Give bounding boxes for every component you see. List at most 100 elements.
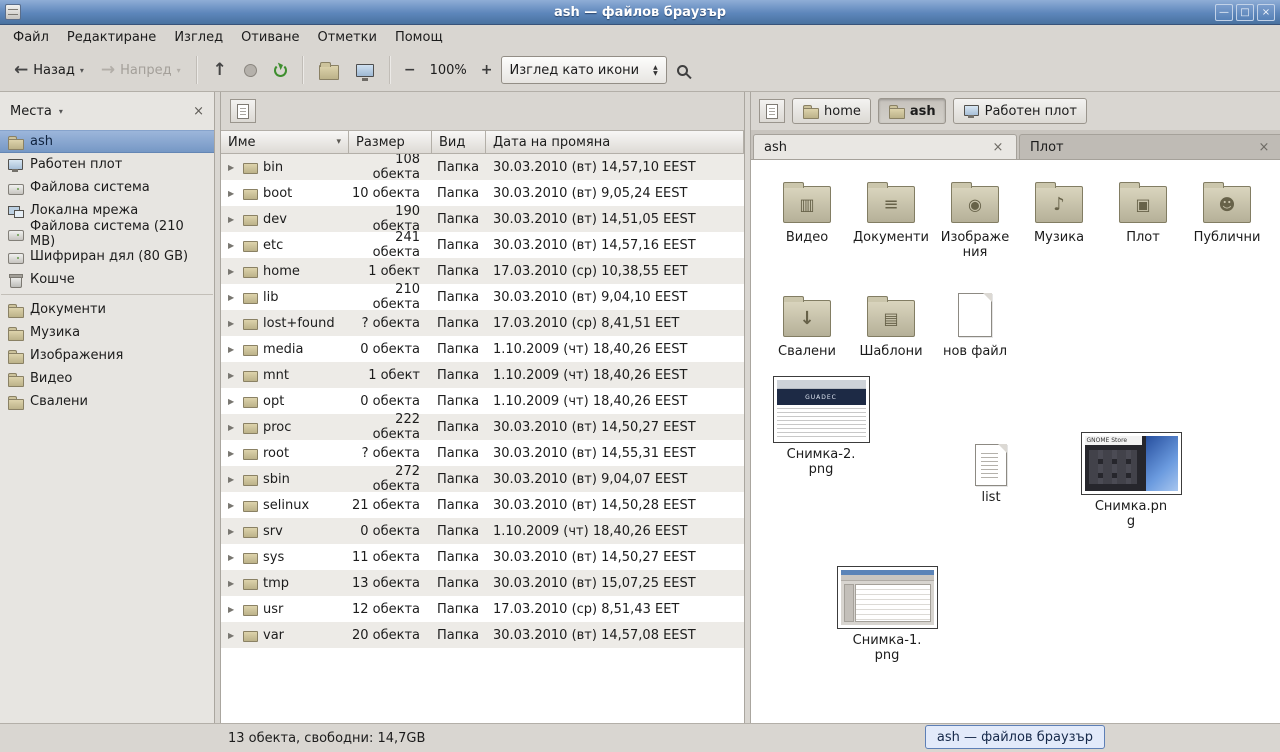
table-row[interactable]: ▶ dev 190 обекта Папка 30.03.2010 (вт) 1… — [221, 206, 744, 232]
up-button[interactable]: ↑ — [206, 53, 234, 87]
place-item[interactable]: Файлова система (210 MB) — [0, 222, 214, 245]
file-snimka[interactable]: GNOME Store Снимка.png — [1077, 432, 1185, 530]
menu-item[interactable]: Редактиране — [58, 25, 165, 49]
maximize-button[interactable]: □ — [1236, 4, 1254, 21]
expander-icon[interactable]: ▶ — [228, 501, 238, 510]
bookmark-item[interactable]: Видео — [0, 367, 214, 390]
tab-close-icon[interactable]: × — [1256, 140, 1272, 155]
computer-button[interactable] — [349, 53, 381, 87]
expander-icon[interactable]: ▶ — [228, 475, 238, 484]
bookmark-item[interactable]: Документи — [0, 298, 214, 321]
table-row[interactable]: ▶ media 0 обекта Папка 1.10.2009 (чт) 18… — [221, 336, 744, 362]
expander-icon[interactable]: ▶ — [228, 449, 238, 458]
file-snimka-2[interactable]: GUADEC Снимка-2.png — [769, 376, 873, 478]
sidebar-close-icon[interactable]: × — [193, 104, 204, 119]
expander-icon[interactable]: ▶ — [228, 527, 238, 536]
table-row[interactable]: ▶ bin 108 обекта Папка 30.03.2010 (вт) 1… — [221, 154, 744, 180]
path-button[interactable]: ash — [878, 98, 946, 124]
menu-item[interactable]: Помощ — [386, 25, 452, 49]
bookmark-item[interactable]: Изображения — [0, 344, 214, 367]
table-row[interactable]: ▶ proc 222 обекта Папка 30.03.2010 (вт) … — [221, 414, 744, 440]
menu-item[interactable]: Отиване — [232, 25, 308, 49]
home-button[interactable] — [312, 53, 346, 87]
icon-view-item[interactable]: Плот — [1101, 172, 1185, 286]
expander-icon[interactable]: ▶ — [228, 371, 238, 380]
expander-icon[interactable]: ▶ — [228, 267, 238, 276]
icon-view-item[interactable]: Документи — [849, 172, 933, 286]
forward-button[interactable]: → Напред ▾ — [94, 53, 188, 87]
expander-icon[interactable]: ▶ — [228, 423, 238, 432]
expander-icon[interactable]: ▶ — [228, 605, 238, 614]
minimize-button[interactable]: — — [1215, 4, 1233, 21]
table-row[interactable]: ▶ lost+found ? обекта Папка 17.03.2010 (… — [221, 310, 744, 336]
table-row[interactable]: ▶ mnt 1 обект Папка 1.10.2009 (чт) 18,40… — [221, 362, 744, 388]
tab[interactable]: ash × — [753, 134, 1017, 159]
table-row[interactable]: ▶ srv 0 обекта Папка 1.10.2009 (чт) 18,4… — [221, 518, 744, 544]
bookmark-item[interactable]: Музика — [0, 321, 214, 344]
expander-icon[interactable]: ▶ — [228, 215, 238, 224]
zoom-out-button[interactable]: − — [399, 56, 421, 84]
sidebar-dropdown-icon[interactable]: ▾ — [59, 107, 63, 116]
icon-view-item[interactable]: Изображения — [933, 172, 1017, 286]
place-item[interactable]: ash — [0, 130, 214, 153]
path-button[interactable]: home — [792, 98, 871, 124]
view-mode-select[interactable]: Изглед като икони ▲▼ — [501, 56, 667, 84]
taskbar-window-button[interactable]: ash — файлов браузър — [925, 725, 1105, 749]
place-item[interactable]: Работен плот — [0, 153, 214, 176]
table-row[interactable]: ▶ home 1 обект Папка 17.03.2010 (ср) 10,… — [221, 258, 744, 284]
column-header-type[interactable]: Вид — [432, 130, 486, 154]
place-item[interactable]: Шифриран дял (80 GB) — [0, 245, 214, 268]
file-snimka-1[interactable]: Снимка-1.png — [833, 566, 941, 664]
table-row[interactable]: ▶ etc 241 обекта Папка 30.03.2010 (вт) 1… — [221, 232, 744, 258]
menu-item[interactable]: Файл — [4, 25, 58, 49]
expander-icon[interactable]: ▶ — [228, 345, 238, 354]
expander-icon[interactable]: ▶ — [228, 163, 238, 172]
search-button[interactable] — [670, 53, 695, 87]
zoom-in-button[interactable]: + — [476, 56, 498, 84]
icon-view-item[interactable]: Публични — [1185, 172, 1269, 286]
expander-icon[interactable]: ▶ — [228, 631, 238, 640]
icon-view-item[interactable]: Видео — [765, 172, 849, 286]
reload-button[interactable] — [267, 53, 294, 87]
column-header-name[interactable]: Име ▾ — [221, 130, 349, 154]
pane-location-button[interactable] — [230, 99, 256, 123]
expander-icon[interactable]: ▶ — [228, 319, 238, 328]
expander-icon[interactable]: ▶ — [228, 241, 238, 250]
table-row[interactable]: ▶ sbin 272 обекта Папка 30.03.2010 (вт) … — [221, 466, 744, 492]
bookmark-item[interactable]: Свалени — [0, 390, 214, 413]
tab[interactable]: Плот × — [1019, 134, 1280, 159]
column-header-date[interactable]: Дата на промяна — [486, 130, 744, 154]
titlebar[interactable]: ash — файлов браузър — □ × — [0, 0, 1280, 25]
file-list-txt[interactable]: list — [951, 444, 1031, 505]
table-row[interactable]: ▶ usr 12 обекта Папка 17.03.2010 (ср) 8,… — [221, 596, 744, 622]
tab-close-icon[interactable]: × — [990, 140, 1006, 155]
table-row[interactable]: ▶ var 20 обекта Папка 30.03.2010 (вт) 14… — [221, 622, 744, 648]
expander-icon[interactable]: ▶ — [228, 189, 238, 198]
menu-item[interactable]: Изглед — [165, 25, 232, 49]
expander-icon[interactable]: ▶ — [228, 397, 238, 406]
column-header-size[interactable]: Размер — [349, 130, 432, 154]
expander-icon[interactable]: ▶ — [228, 293, 238, 302]
home-folder-icon — [319, 65, 339, 80]
table-row[interactable]: ▶ root ? обекта Папка 30.03.2010 (вт) 14… — [221, 440, 744, 466]
stop-button[interactable] — [237, 53, 264, 87]
icon-view-item[interactable]: Музика — [1017, 172, 1101, 286]
place-item[interactable]: Файлова система — [0, 176, 214, 199]
expander-icon[interactable]: ▶ — [228, 579, 238, 588]
place-item[interactable]: Кошче — [0, 268, 214, 291]
sidebar-title[interactable]: Места — [10, 104, 52, 119]
close-button[interactable]: × — [1257, 4, 1275, 21]
menu-item[interactable]: Отметки — [308, 25, 385, 49]
table-row[interactable]: ▶ lib 210 обекта Папка 30.03.2010 (вт) 9… — [221, 284, 744, 310]
path-root-button[interactable] — [759, 99, 785, 123]
back-dropdown-icon[interactable]: ▾ — [80, 66, 84, 75]
back-button[interactable]: ← Назад ▾ — [7, 53, 91, 87]
table-row[interactable]: ▶ opt 0 обекта Папка 1.10.2009 (чт) 18,4… — [221, 388, 744, 414]
table-row[interactable]: ▶ boot 10 обекта Папка 30.03.2010 (вт) 9… — [221, 180, 744, 206]
table-row[interactable]: ▶ tmp 13 обекта Папка 30.03.2010 (вт) 15… — [221, 570, 744, 596]
expander-icon[interactable]: ▶ — [228, 553, 238, 562]
path-button[interactable]: Работен плот — [953, 98, 1087, 124]
icon-view-item[interactable]: нов файл — [933, 286, 1017, 400]
table-row[interactable]: ▶ sys 11 обекта Папка 30.03.2010 (вт) 14… — [221, 544, 744, 570]
table-row[interactable]: ▶ selinux 21 обекта Папка 30.03.2010 (вт… — [221, 492, 744, 518]
